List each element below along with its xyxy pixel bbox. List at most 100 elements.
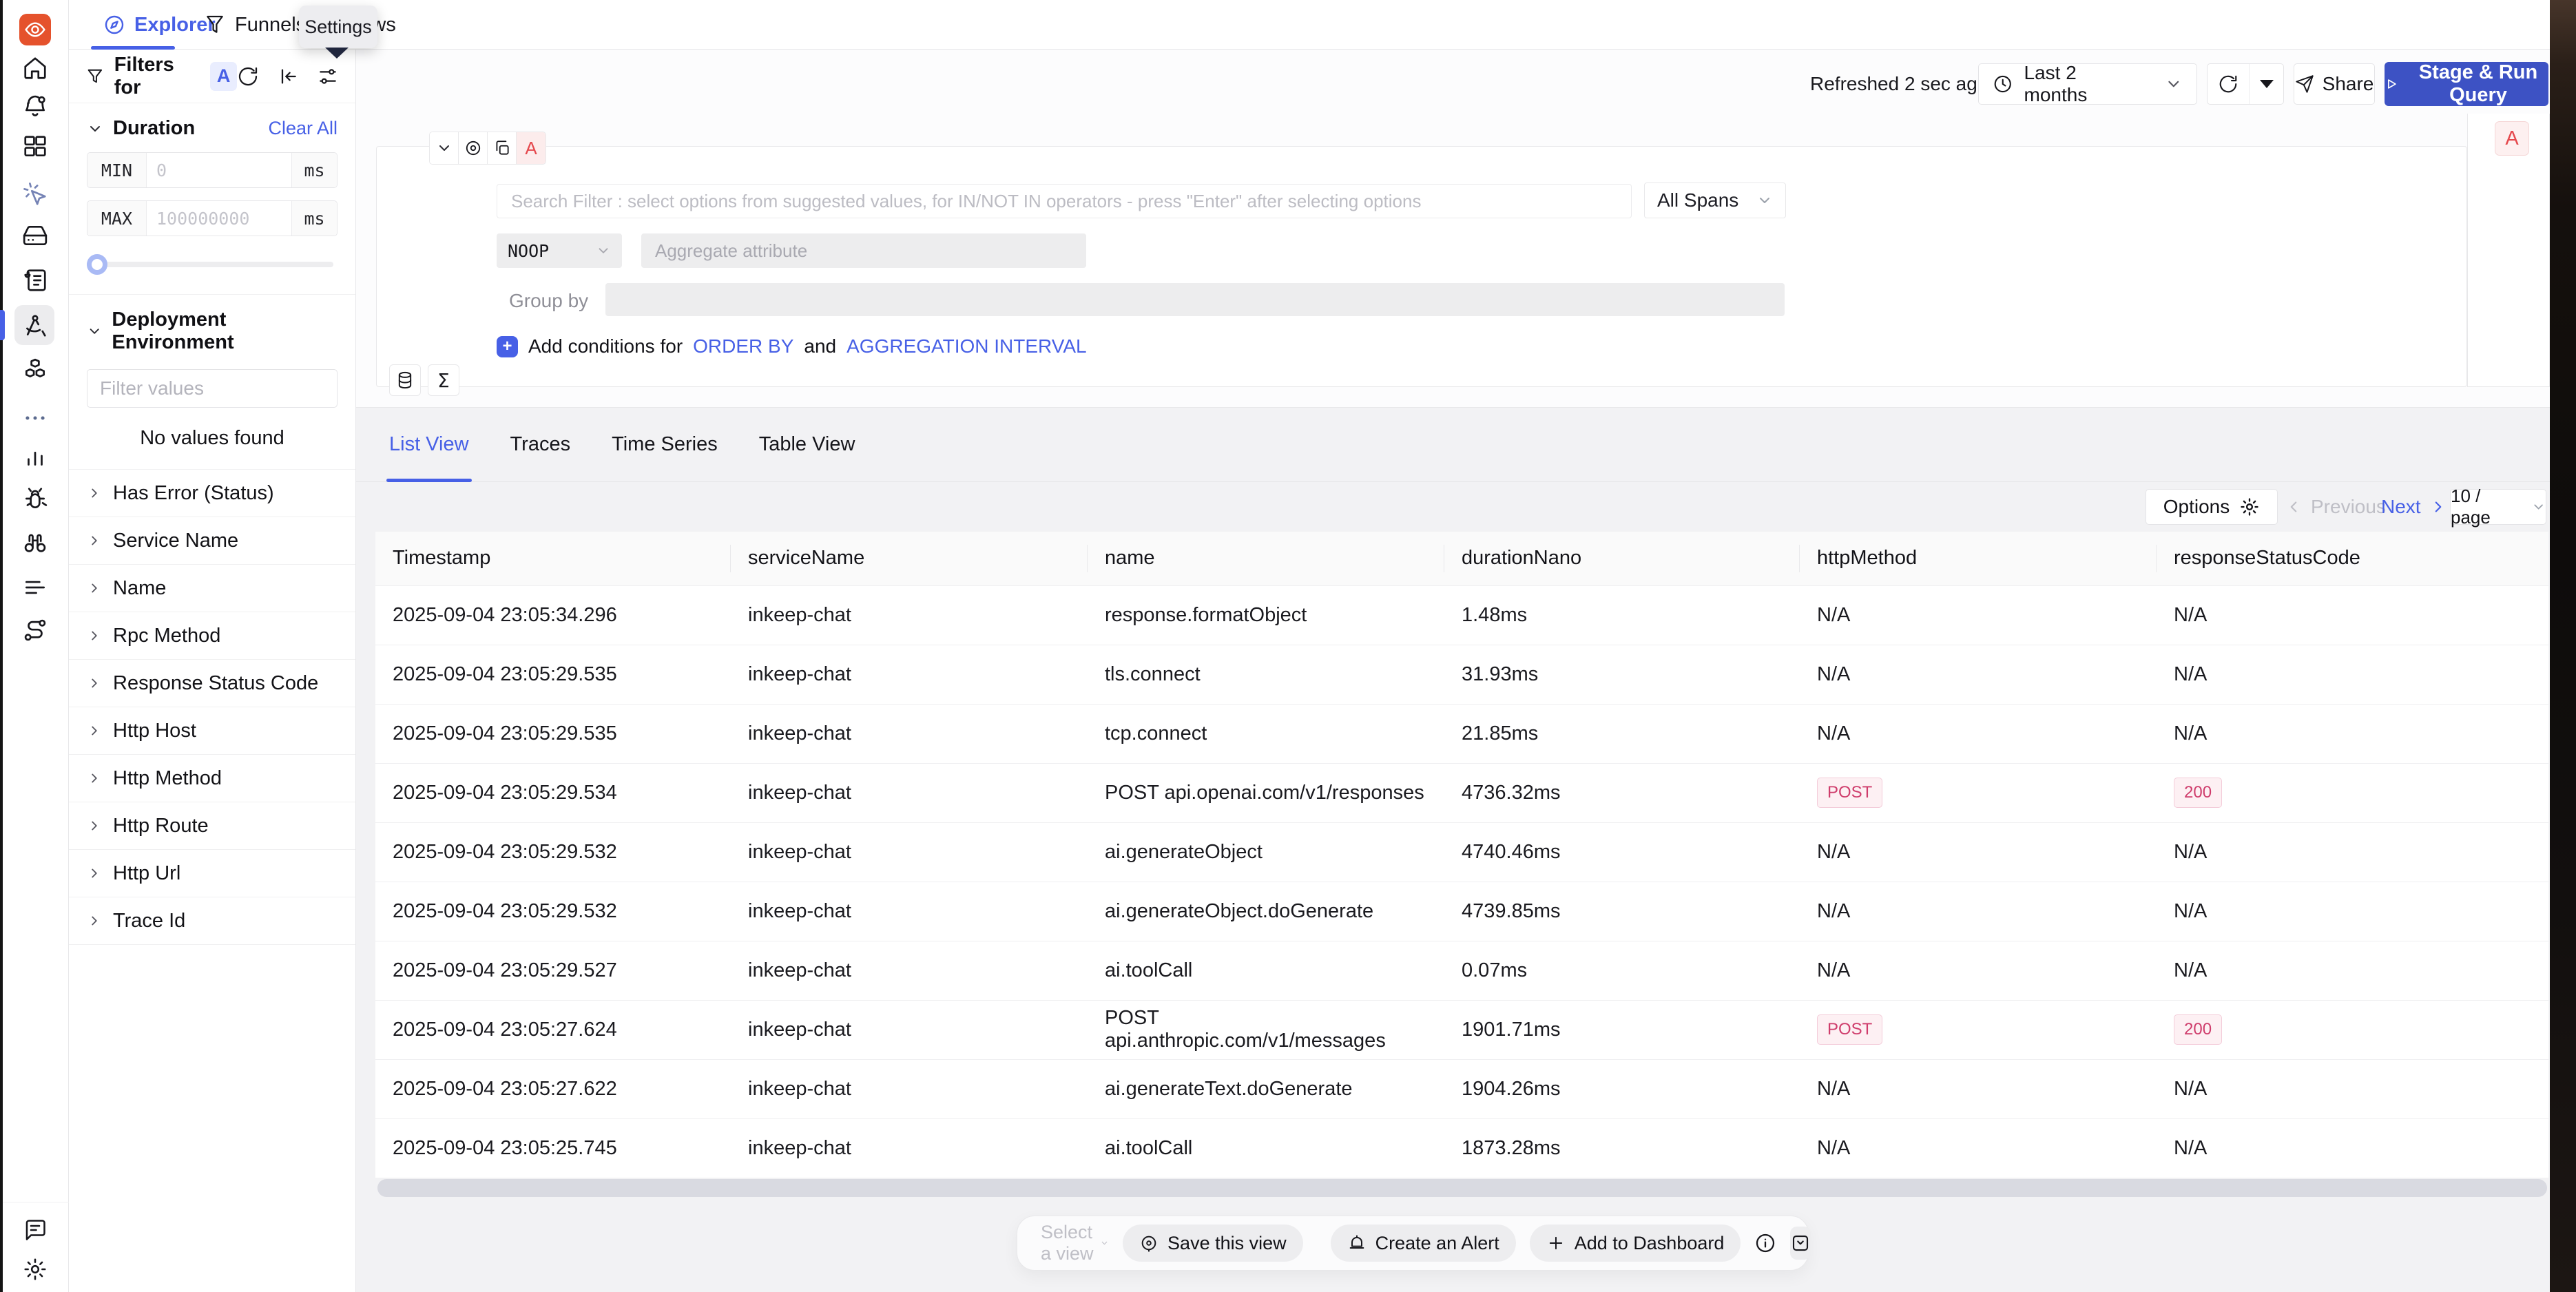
clear-all-link[interactable]: Clear All — [268, 118, 337, 139]
filters-collapse-button[interactable] — [277, 65, 299, 87]
col-name[interactable]: name — [1088, 532, 1444, 585]
filters-sync-button[interactable] — [237, 65, 259, 87]
query-copy-button[interactable] — [488, 132, 517, 164]
stage-run-query-button[interactable]: Stage & Run Query — [2385, 62, 2548, 106]
aggregation-interval-link[interactable]: AGGREGATION INTERVAL — [846, 335, 1087, 357]
table-row[interactable]: 2025-09-04 23:05:29.535 inkeep-chat tcp.… — [375, 704, 2548, 763]
col-duration[interactable]: durationNano — [1444, 532, 1800, 585]
sidebar-item-services[interactable] — [21, 356, 50, 385]
table-row[interactable]: 2025-09-04 23:05:29.532 inkeep-chat ai.g… — [375, 822, 2548, 882]
duration-min-input[interactable] — [147, 153, 291, 187]
options-button[interactable]: Options — [2146, 489, 2278, 525]
deployment-filter-input[interactable] — [87, 369, 337, 408]
filter-section-row[interactable]: Http Url — [69, 850, 355, 897]
sidebar-item-logs[interactable] — [21, 266, 50, 295]
table-row[interactable]: 2025-09-04 23:05:29.532 inkeep-chat ai.g… — [375, 882, 2548, 941]
info-button[interactable] — [1754, 1232, 1776, 1254]
filters-settings-button[interactable] — [317, 65, 339, 87]
filter-section-label: Http Url — [113, 862, 180, 885]
sidebar-item-messaging[interactable] — [21, 180, 50, 209]
refresh-options-button[interactable] — [2249, 64, 2283, 104]
table-row[interactable]: 2025-09-04 23:05:27.624 inkeep-chat POST… — [375, 1000, 2548, 1059]
add-formula-button[interactable]: Σ — [428, 364, 459, 396]
save-view-button[interactable]: Save this view — [1123, 1225, 1303, 1262]
tab-table-view[interactable]: Table View — [759, 408, 855, 481]
group-by-input[interactable] — [605, 283, 1785, 316]
table-row[interactable]: 2025-09-04 23:05:25.745 inkeep-chat ai.t… — [375, 1118, 2548, 1178]
sidebar-item-integrations[interactable] — [21, 616, 50, 645]
filters-query-badge[interactable]: A — [210, 62, 237, 91]
filter-section-row[interactable]: Http Method — [69, 755, 355, 802]
cell-timestamp: 2025-09-04 23:05:29.535 — [375, 704, 731, 763]
order-by-link[interactable]: ORDER BY — [693, 335, 793, 357]
horizontal-scrollbar[interactable] — [377, 1179, 2547, 1197]
bug-icon — [22, 486, 48, 512]
span-scope-select[interactable]: All Spans — [1644, 183, 1786, 218]
tab-list-view[interactable]: List View — [389, 408, 469, 481]
time-range-select[interactable]: Last 2 months — [1978, 63, 2197, 105]
table-row[interactable]: 2025-09-04 23:05:27.622 inkeep-chat ai.g… — [375, 1059, 2548, 1118]
query-rail-badge[interactable]: A — [2495, 121, 2529, 156]
table-row[interactable]: 2025-09-04 23:05:29.527 inkeep-chat ai.t… — [375, 941, 2548, 1000]
binoculars-icon — [22, 530, 48, 556]
add-condition-button[interactable]: + — [497, 336, 518, 357]
sidebar-item-infrastructure[interactable] — [21, 221, 50, 250]
sidebar-item-pipelines[interactable] — [21, 573, 50, 602]
filter-section-row[interactable]: Service Name — [69, 517, 355, 565]
table-row[interactable]: 2025-09-04 23:05:29.535 inkeep-chat tls.… — [375, 645, 2548, 704]
add-to-dashboard-button[interactable]: Add to Dashboard — [1530, 1225, 1741, 1262]
sidebar-item-home[interactable] — [21, 54, 50, 83]
sidebar-item-traces[interactable] — [21, 311, 50, 340]
col-timestamp[interactable]: Timestamp — [375, 532, 731, 585]
col-http-method[interactable]: httpMethod — [1800, 532, 2157, 585]
sidebar-item-exceptions[interactable] — [21, 484, 50, 513]
filter-section-row[interactable]: Has Error (Status) — [69, 470, 355, 517]
col-response-status[interactable]: responseStatusCode — [2157, 532, 2548, 585]
duration-slider[interactable] — [87, 254, 337, 275]
previous-page-button[interactable]: Previous — [2285, 489, 2386, 525]
sidebar-item-dashboards[interactable] — [21, 132, 50, 161]
aggregate-operator-select[interactable]: NOOP — [497, 233, 622, 268]
sliders-icon — [317, 65, 339, 87]
query-visibility-button[interactable] — [459, 132, 488, 164]
query-name-badge[interactable]: A — [517, 132, 546, 164]
refresh-button[interactable] — [2208, 64, 2249, 104]
sidebar-item-metrics[interactable] — [21, 441, 50, 470]
sidebar-item-more[interactable] — [21, 404, 50, 433]
select-view-dropdown[interactable]: Select a view — [1041, 1222, 1109, 1264]
sidebar-item-alerts[interactable] — [21, 93, 50, 122]
filter-section-row[interactable]: Rpc Method — [69, 612, 355, 660]
tab-traces[interactable]: Traces — [510, 408, 571, 481]
filter-section-row[interactable]: Response Status Code — [69, 660, 355, 707]
window-scrollbar-strip[interactable] — [2550, 0, 2576, 1292]
filter-section-row[interactable]: Http Host — [69, 707, 355, 755]
chevron-down-icon[interactable] — [87, 121, 103, 137]
table-row[interactable]: 2025-09-04 23:05:34.296 inkeep-chat resp… — [375, 585, 2548, 645]
cell-status: N/A — [2157, 822, 2548, 882]
filter-section-label: Has Error (Status) — [113, 482, 274, 505]
tab-funnels[interactable]: Funnels — [204, 0, 306, 50]
filter-section-row[interactable]: Trace Id — [69, 897, 355, 945]
slider-handle[interactable] — [87, 254, 107, 275]
filter-section-row[interactable]: Name — [69, 565, 355, 612]
panel-toggle-button[interactable] — [1790, 1227, 1811, 1260]
sidebar-item-feedback[interactable] — [21, 1216, 50, 1244]
chevron-down-icon[interactable] — [87, 323, 102, 340]
add-query-button[interactable] — [389, 364, 421, 396]
query-collapse-button[interactable] — [430, 132, 459, 164]
sidebar-item-explorer[interactable] — [21, 528, 50, 557]
create-alert-button[interactable]: Create an Alert — [1331, 1225, 1516, 1262]
sidebar-item-settings[interactable] — [21, 1255, 50, 1284]
chevron-down-icon — [596, 243, 611, 258]
page-size-select[interactable]: 10 / page — [2450, 489, 2546, 525]
tab-explorer[interactable]: Explorer — [103, 0, 216, 50]
filter-section-row[interactable]: Http Route — [69, 802, 355, 850]
table-row[interactable]: 2025-09-04 23:05:29.534 inkeep-chat POST… — [375, 763, 2548, 822]
share-button[interactable]: Share — [2294, 63, 2375, 105]
next-page-button[interactable]: Next — [2381, 489, 2447, 525]
search-filter-input[interactable] — [497, 184, 1632, 218]
signoz-logo[interactable] — [19, 14, 51, 45]
tab-time-series[interactable]: Time Series — [612, 408, 718, 481]
duration-max-input[interactable] — [147, 201, 291, 236]
col-service-name[interactable]: serviceName — [731, 532, 1088, 585]
